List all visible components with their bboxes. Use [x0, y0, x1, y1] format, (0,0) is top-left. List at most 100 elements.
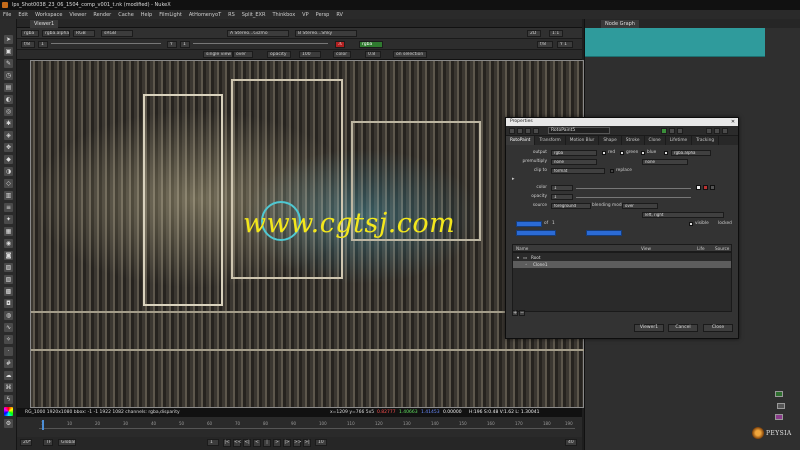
- help-icon[interactable]: [669, 128, 675, 134]
- menu-cache[interactable]: Cache: [118, 12, 134, 18]
- y-field[interactable]: Y 1: [557, 41, 573, 48]
- tab-motion-blur[interactable]: Motion Blur: [566, 136, 600, 145]
- range-start-bar[interactable]: [516, 230, 556, 236]
- draw-icon[interactable]: ✎: [4, 59, 13, 68]
- close-panel-icon[interactable]: [722, 128, 728, 134]
- time-icon[interactable]: ◷: [4, 71, 13, 80]
- add-shape-button[interactable]: +: [512, 310, 518, 316]
- gamma-slider[interactable]: [193, 43, 328, 44]
- end-frame-field[interactable]: 40: [565, 439, 577, 446]
- fps-field[interactable]: 20*: [20, 439, 32, 446]
- viewer-button[interactable]: Viewer1: [634, 324, 664, 332]
- playhead[interactable]: [42, 420, 44, 430]
- color-field[interactable]: 1: [551, 185, 573, 191]
- keyer-icon[interactable]: ✱: [4, 119, 13, 128]
- green-checkbox[interactable]: [620, 151, 624, 155]
- menu-workspace[interactable]: Workspace: [35, 12, 62, 18]
- 3d-icon[interactable]: ◆: [4, 155, 13, 164]
- expand-icon[interactable]: ▾: [517, 255, 519, 260]
- lut-select[interactable]: sRGB: [101, 30, 133, 37]
- input-icon[interactable]: [533, 128, 539, 134]
- input-b-select[interactable]: B Stereo...Shky: [295, 30, 357, 37]
- tf-select[interactable]: TF: [43, 439, 53, 446]
- tab-tracking[interactable]: Tracking: [692, 136, 720, 145]
- stop-button[interactable]: |: [263, 439, 271, 447]
- tab-node-graph[interactable]: Node Graph: [601, 20, 639, 28]
- color-icon[interactable]: ◐: [4, 95, 13, 104]
- timeline-ruler[interactable]: 1 10 20 30 40 50 60 70 80 90 100 110 120…: [39, 421, 575, 429]
- next-increment-button[interactable]: |>: [283, 439, 291, 447]
- close-icon[interactable]: ✕: [730, 119, 736, 125]
- list-item[interactable]: ▾ ▭ Root: [513, 254, 731, 261]
- spark-icon[interactable]: ✧: [4, 335, 13, 344]
- tab-rotopaint[interactable]: RotoPaint: [506, 136, 536, 145]
- timeline[interactable]: 1 10 20 30 40 50 60 70 80 90 100 110 120…: [17, 417, 582, 439]
- blue-checkbox[interactable]: [641, 151, 645, 155]
- script-icon[interactable]: ▧: [4, 275, 13, 284]
- node-name-field[interactable]: RotoPaint5: [548, 127, 610, 134]
- maximize-icon[interactable]: [714, 128, 720, 134]
- next-keyframe-button[interactable]: >>: [293, 439, 302, 447]
- cancel-button[interactable]: Cancel: [668, 324, 698, 332]
- color-node-icon[interactable]: [661, 128, 667, 134]
- views-select[interactable]: left, right: [642, 212, 724, 218]
- revert-icon[interactable]: [677, 128, 683, 134]
- image-icon[interactable]: ▣: [4, 47, 13, 56]
- menu-athomenyot[interactable]: AtHomenyoT: [189, 12, 221, 18]
- red-checkbox[interactable]: [602, 151, 606, 155]
- node-green[interactable]: [775, 391, 783, 397]
- menu-edit[interactable]: Edit: [18, 12, 28, 18]
- premultiply-select[interactable]: none: [551, 159, 597, 165]
- menu-file[interactable]: File: [3, 12, 11, 18]
- play-backward-button[interactable]: <: [253, 439, 261, 447]
- menu-thinkbox[interactable]: Thinkbox: [272, 12, 295, 18]
- global-select[interactable]: Global: [58, 439, 76, 446]
- opacity-slider[interactable]: [576, 197, 691, 198]
- single-view-select[interactable]: single view: [203, 51, 233, 58]
- increment-field[interactable]: 10: [315, 439, 327, 446]
- properties-title-bar[interactable]: Properties ✕: [506, 118, 738, 126]
- opacity-field[interactable]: 100: [299, 51, 321, 58]
- mesh-icon[interactable]: ⌘: [4, 383, 13, 392]
- expand-arrow-icon[interactable]: ▸: [512, 176, 515, 182]
- gain-slider[interactable]: [51, 43, 161, 44]
- bolt-icon[interactable]: ϟ: [4, 395, 13, 404]
- node-gray[interactable]: [777, 403, 785, 409]
- list-item[interactable]: ◦ Clone1: [513, 261, 731, 268]
- on-selection-select[interactable]: on selection: [393, 51, 427, 58]
- tab-shape[interactable]: Shape: [599, 136, 622, 145]
- remove-shape-button[interactable]: −: [519, 310, 525, 316]
- output-select[interactable]: rgba: [551, 150, 597, 156]
- deep-icon[interactable]: ▦: [4, 227, 13, 236]
- first-frame-button[interactable]: |<: [223, 439, 231, 447]
- menu-render[interactable]: Render: [93, 12, 111, 18]
- tab-viewer1[interactable]: Viewer1: [30, 20, 59, 28]
- channel-icon[interactable]: ▤: [4, 83, 13, 92]
- select-tool-icon[interactable]: ➤: [4, 35, 13, 44]
- premultiply-select-2[interactable]: none: [642, 159, 688, 165]
- layer-select[interactable]: rgba: [21, 30, 39, 37]
- alpha-channel-select[interactable]: rgba.alpha: [671, 150, 711, 156]
- color-wheel-button[interactable]: [710, 185, 715, 190]
- tab-clone[interactable]: Clone: [645, 136, 666, 145]
- plugin-icon[interactable]: ▨: [4, 263, 13, 272]
- toolsets-icon[interactable]: ▥: [4, 191, 13, 200]
- color-swatch[interactable]: [696, 185, 701, 190]
- source-select[interactable]: foreground: [551, 203, 591, 209]
- float-panel-icon[interactable]: [706, 128, 712, 134]
- opacity-field[interactable]: 1: [551, 194, 573, 200]
- clip-warning-button[interactable]: ⚠: [335, 41, 345, 48]
- metadata-icon[interactable]: ◇: [4, 179, 13, 188]
- prev-increment-button[interactable]: <|: [243, 439, 251, 447]
- point-icon[interactable]: ·: [4, 347, 13, 356]
- center-icon[interactable]: [525, 128, 531, 134]
- views-icon[interactable]: ◑: [4, 167, 13, 176]
- tab-stroke[interactable]: Stroke: [622, 136, 645, 145]
- gizmo-icon[interactable]: ◘: [4, 299, 13, 308]
- particles-icon[interactable]: ✦: [4, 215, 13, 224]
- wave-icon[interactable]: ∿: [4, 323, 13, 332]
- shape-list[interactable]: ▾ ▭ Root ◦ Clone1: [512, 252, 732, 312]
- settings-icon[interactable]: ⚙: [4, 419, 13, 428]
- input-a-select[interactable]: A Stereo...Gizmo: [227, 30, 289, 37]
- furnace-icon[interactable]: ◉: [4, 239, 13, 248]
